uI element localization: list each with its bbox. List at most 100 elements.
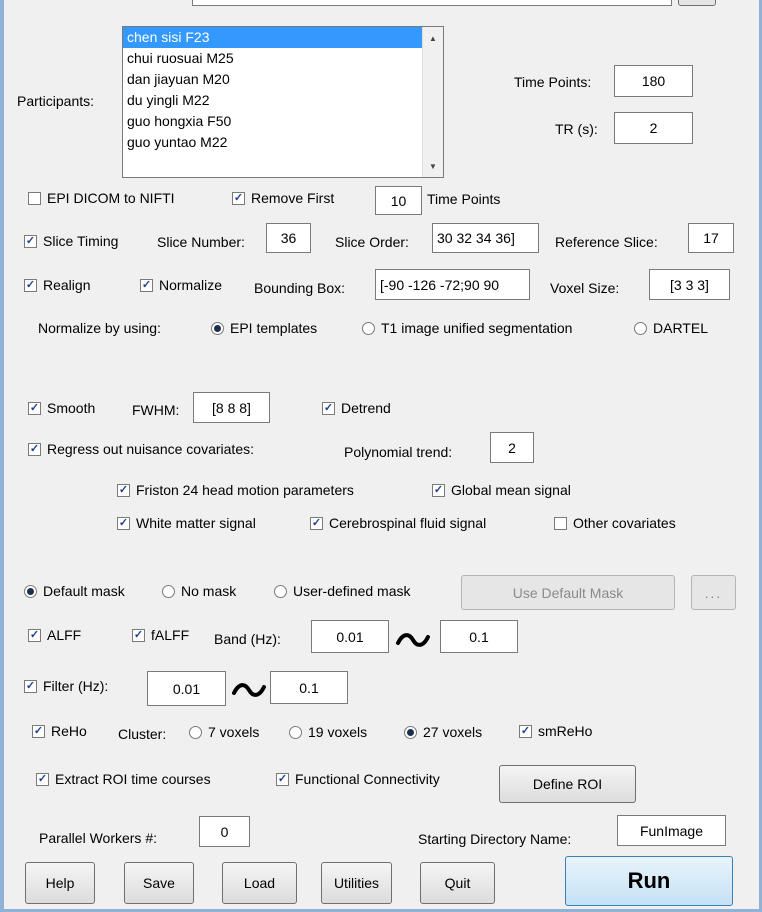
alff-checkbox[interactable]: ✓ ALFF [28, 627, 81, 643]
band-high-input[interactable]: 0.1 [440, 620, 518, 653]
checkbox-box: ✓ [117, 483, 130, 497]
cluster-7-voxels-radio[interactable]: 7 voxels [189, 724, 259, 740]
functional-connectivity-checkbox[interactable]: ✓ Functional Connectivity [276, 771, 440, 787]
fwhm-input[interactable]: [8 8 8] [193, 392, 270, 423]
normalize-epi-templates-radio[interactable]: EPI templates [211, 320, 317, 336]
checkbox-box: ✓ [140, 278, 153, 292]
epi-dicom-to-nifti-checkbox[interactable]: EPI DICOM to NIFTI [28, 190, 175, 206]
dartel-label: DARTEL [653, 320, 708, 336]
csf-signal-checkbox[interactable]: ✓ Cerebrospinal fluid signal [310, 515, 486, 531]
reference-slice-input[interactable]: 17 [688, 223, 734, 253]
slice-number-input[interactable]: 36 [266, 223, 311, 253]
participant-list-item[interactable]: dan jiayuan M20 [123, 69, 443, 90]
cluster-19-voxels-label: 19 voxels [308, 724, 368, 740]
default-mask-radio[interactable]: Default mask [24, 583, 125, 599]
checkbox-box: ✓ [310, 516, 323, 530]
white-matter-signal-checkbox[interactable]: ✓ White matter signal [117, 515, 256, 531]
run-button[interactable]: Run [565, 856, 733, 906]
filter-checkbox[interactable]: ✓ Filter (Hz): [24, 678, 108, 694]
define-roi-button[interactable]: Define ROI [499, 765, 636, 803]
tr-input[interactable]: 2 [614, 112, 693, 144]
remove-first-label: Remove First [251, 190, 335, 206]
cluster-7-voxels-label: 7 voxels [208, 724, 260, 740]
checkbox-box: ✓ [322, 401, 335, 415]
filter-high-input[interactable]: 0.1 [270, 671, 348, 704]
slice-timing-checkbox[interactable]: ✓ Slice Timing [24, 233, 118, 249]
use-default-mask-button[interactable]: Use Default Mask [461, 575, 675, 610]
participant-list-item[interactable]: chui ruosuai M25 [123, 48, 443, 69]
polynomial-trend-input[interactable]: 2 [490, 432, 534, 463]
parallel-workers-input[interactable]: 0 [199, 816, 250, 847]
radio-dot [24, 584, 37, 598]
tilde-icon [396, 633, 430, 647]
falff-label: fALFF [151, 627, 190, 643]
smooth-label: Smooth [47, 400, 96, 416]
bounding-box-input[interactable]: [-90 -126 -72;90 90 [375, 269, 530, 300]
csf-signal-label: Cerebrospinal fluid signal [329, 515, 487, 531]
falff-checkbox[interactable]: ✓ fALFF [132, 627, 189, 643]
functional-connectivity-label: Functional Connectivity [295, 771, 440, 787]
checkbox-box: ✓ [24, 234, 37, 248]
extract-roi-checkbox[interactable]: ✓ Extract ROI time courses [36, 771, 211, 787]
reho-label: ReHo [51, 723, 87, 739]
normalize-dartel-radio[interactable]: DARTEL [634, 320, 708, 336]
time-points-input[interactable]: 180 [614, 65, 693, 97]
participants-label: Participants: [17, 93, 95, 109]
smreho-checkbox[interactable]: ✓ smReHo [519, 723, 592, 739]
checkbox-box [554, 516, 567, 530]
normalize-checkbox[interactable]: ✓ Normalize [140, 277, 222, 293]
slice-order-label: Slice Order: [335, 234, 409, 250]
radio-dot [189, 725, 202, 739]
no-mask-radio[interactable]: No mask [162, 583, 236, 599]
radio-dot [362, 321, 375, 335]
working-directory-field[interactable] [192, 0, 672, 6]
voxel-size-input[interactable]: [3 3 3] [649, 269, 730, 300]
filter-low-input[interactable]: 0.01 [147, 671, 226, 706]
checkbox-box: ✓ [24, 679, 37, 693]
starting-directory-input[interactable]: FunImage [617, 815, 726, 846]
white-matter-signal-label: White matter signal [136, 515, 256, 531]
remove-first-input[interactable]: 10 [375, 186, 422, 215]
global-mean-signal-checkbox[interactable]: ✓ Global mean signal [432, 482, 571, 498]
regress-covariates-checkbox[interactable]: ✓ Regress out nuisance covariates: [28, 441, 254, 457]
other-covariates-checkbox[interactable]: Other covariates [554, 515, 676, 531]
scroll-down-arrow-icon[interactable]: ▼ [423, 157, 443, 175]
friston-24-checkbox[interactable]: ✓ Friston 24 head motion parameters [117, 482, 354, 498]
detrend-label: Detrend [341, 400, 391, 416]
help-button[interactable]: Help [25, 862, 95, 904]
smooth-checkbox[interactable]: ✓ Smooth [28, 400, 95, 416]
reho-checkbox[interactable]: ✓ ReHo [32, 723, 87, 739]
no-mask-label: No mask [181, 583, 237, 599]
quit-button[interactable]: Quit [420, 862, 495, 904]
load-button[interactable]: Load [222, 862, 297, 904]
participant-list-item[interactable]: guo yuntao M22 [123, 132, 443, 153]
working-directory-browse-button[interactable] [678, 0, 716, 6]
filter-label: Filter (Hz): [43, 678, 109, 694]
participant-list-item[interactable]: du yingli M22 [123, 90, 443, 111]
scroll-up-arrow-icon[interactable]: ▲ [423, 29, 443, 47]
slice-number-label: Slice Number: [157, 234, 245, 250]
band-low-input[interactable]: 0.01 [311, 620, 389, 653]
cluster-19-voxels-radio[interactable]: 19 voxels [289, 724, 367, 740]
mask-browse-button[interactable]: ... [691, 575, 736, 610]
participants-listbox[interactable]: chen sisi F23 chui ruosuai M25 dan jiayuan… [122, 26, 444, 178]
checkbox-box: ✓ [132, 628, 145, 642]
user-defined-mask-radio[interactable]: User-defined mask [274, 583, 411, 599]
realign-label: Realign [43, 277, 91, 293]
utilities-button[interactable]: Utilities [321, 862, 392, 904]
participant-list-item[interactable]: chen sisi F23 [123, 27, 443, 48]
detrend-checkbox[interactable]: ✓ Detrend [322, 400, 391, 416]
cluster-27-voxels-radio[interactable]: 27 voxels [404, 724, 482, 740]
realign-checkbox[interactable]: ✓ Realign [24, 277, 90, 293]
default-mask-label: Default mask [43, 583, 125, 599]
remove-first-checkbox[interactable]: ✓ Remove First [232, 190, 334, 206]
checkbox-box: ✓ [28, 628, 41, 642]
slice-order-input[interactable]: 30 32 34 36] [432, 223, 539, 253]
save-button[interactable]: Save [124, 862, 194, 904]
normalize-t1-segmentation-radio[interactable]: T1 image unified segmentation [362, 320, 572, 336]
participants-scrollbar[interactable]: ▲ ▼ [422, 27, 443, 177]
tr-label: TR (s): [555, 121, 598, 137]
participant-list-item[interactable]: guo hongxia F50 [123, 111, 443, 132]
checkbox-box: ✓ [117, 516, 130, 530]
radio-dot [404, 725, 417, 739]
